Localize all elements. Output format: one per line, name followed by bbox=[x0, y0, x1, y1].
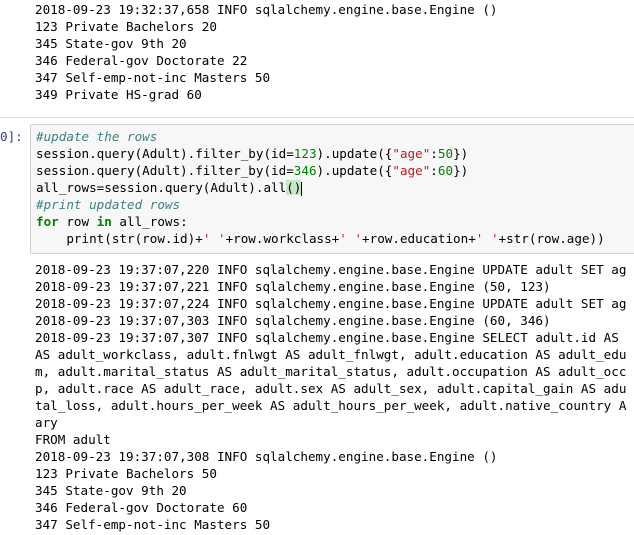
code-line: print(str(row.id)+' '+row.workclass+' '+… bbox=[36, 230, 634, 247]
matched-paren: () bbox=[286, 180, 302, 195]
code-string: ' ' bbox=[339, 231, 363, 246]
code-text: session.query(Adult).filter_by(id= bbox=[36, 163, 294, 178]
code-line: for row in all_rows: bbox=[36, 213, 634, 230]
output-line: 349 Private HS-grad 60 bbox=[35, 87, 202, 102]
code-text: : bbox=[430, 146, 438, 161]
code-line: session.query(Adult).filter_by(id=346).u… bbox=[36, 162, 634, 179]
output-line: m, adult.marital_status AS adult_marital… bbox=[35, 364, 627, 379]
code-comment: #update the rows bbox=[36, 129, 158, 144]
code-keyword: in bbox=[96, 214, 112, 229]
output-line: AS adult_workclass, adult.fnlwgt AS adul… bbox=[35, 347, 627, 362]
output-line: 2018-09-23 19:37:07,224 INFO sqlalchemy.… bbox=[35, 296, 627, 311]
code-text: all_rows: bbox=[111, 214, 188, 229]
code-input-area[interactable]: #update the rows session.query(Adult).fi… bbox=[30, 124, 634, 254]
output-line: 346 Federal-gov Doctorate 22 bbox=[35, 53, 248, 68]
code-string: ' ' bbox=[475, 231, 499, 246]
code-text: }) bbox=[453, 163, 469, 178]
code-line: session.query(Adult).filter_by(id=123).u… bbox=[36, 145, 634, 162]
output-line: 2018-09-23 19:37:07,308 INFO sqlalchemy.… bbox=[35, 449, 498, 464]
code-number: 50 bbox=[437, 146, 454, 161]
output-line: 345 State-gov 9th 20 bbox=[35, 483, 187, 498]
code-text: : bbox=[430, 163, 438, 178]
code-text: print(str(row.id)+ bbox=[36, 231, 203, 246]
code-keyword: for bbox=[36, 214, 59, 229]
output-line: p, adult.race AS adult_race, adult.sex A… bbox=[35, 381, 627, 396]
output-line: ary bbox=[35, 415, 58, 430]
code-string: "age" bbox=[392, 163, 431, 178]
code-text: row bbox=[58, 214, 97, 229]
code-comment: #print updated rows bbox=[36, 197, 181, 212]
code-string: ' ' bbox=[202, 231, 226, 246]
code-number: 60 bbox=[437, 163, 454, 178]
output-line: tal_loss, adult.hours_per_week AS adult_… bbox=[35, 398, 627, 413]
input-prompt: 0]: bbox=[0, 129, 23, 144]
code-line: all_rows=session.query(Adult).all() bbox=[36, 179, 634, 196]
output-line: 345 State-gov 9th 20 bbox=[35, 36, 187, 51]
output-line: FROM adult bbox=[35, 432, 111, 447]
output-line: 2018-09-23 19:32:37,658 INFO sqlalchemy.… bbox=[35, 2, 498, 17]
output-line: 2018-09-23 19:37:07,220 INFO sqlalchemy.… bbox=[35, 262, 627, 277]
code-text: all_rows=session.query(Adult).all bbox=[36, 180, 287, 195]
code-number: 346 bbox=[293, 163, 317, 178]
output-line: 346 Federal-gov Doctorate 60 bbox=[35, 500, 248, 515]
code-text: +str(row.age)) bbox=[498, 231, 605, 246]
code-text: ).update({ bbox=[316, 146, 393, 161]
output-line: 123 Private Bachelors 20 bbox=[35, 19, 217, 34]
output-line: 2018-09-23 19:37:07,221 INFO sqlalchemy.… bbox=[35, 279, 551, 294]
code-string: "age" bbox=[392, 146, 431, 161]
code-text: session.query(Adult).filter_by(id= bbox=[36, 146, 294, 161]
code-line: #print updated rows bbox=[36, 196, 634, 213]
code-number: 123 bbox=[293, 146, 317, 161]
code-line: #update the rows bbox=[36, 128, 634, 145]
cell-divider bbox=[0, 117, 634, 118]
output-line: 347 Self-emp-not-inc Masters 50 bbox=[35, 517, 271, 532]
cell-output: 2018-09-23 19:37:07,220 INFO sqlalchemy.… bbox=[35, 261, 634, 533]
code-text: +row.education+ bbox=[362, 231, 476, 246]
previous-cell-output: 2018-09-23 19:32:37,658 INFO sqlalchemy.… bbox=[35, 1, 634, 103]
output-line: 347 Self-emp-not-inc Masters 50 bbox=[35, 70, 271, 85]
output-line: 2018-09-23 19:37:07,307 INFO sqlalchemy.… bbox=[35, 330, 619, 345]
code-text: +row.workclass+ bbox=[225, 231, 340, 246]
text-cursor bbox=[301, 181, 303, 196]
code-text: ).update({ bbox=[316, 163, 393, 178]
code-editor[interactable]: #update the rows session.query(Adult).fi… bbox=[36, 128, 634, 247]
output-line: 123 Private Bachelors 50 bbox=[35, 466, 217, 481]
output-line: 2018-09-23 19:37:07,303 INFO sqlalchemy.… bbox=[35, 313, 551, 328]
code-text: }) bbox=[453, 146, 469, 161]
